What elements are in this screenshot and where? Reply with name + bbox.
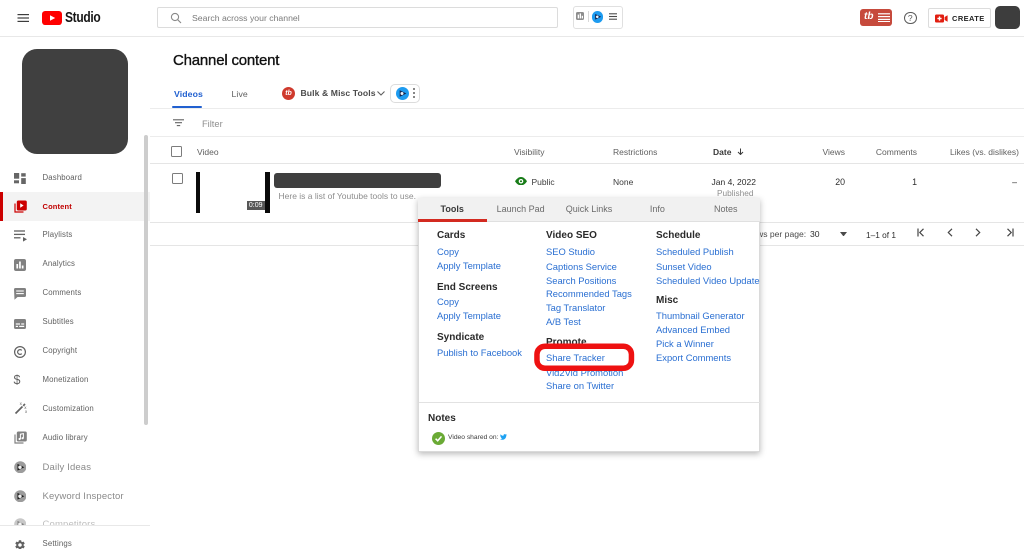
- svg-text:x: x: [19, 402, 22, 406]
- svg-text:x: x: [25, 409, 27, 414]
